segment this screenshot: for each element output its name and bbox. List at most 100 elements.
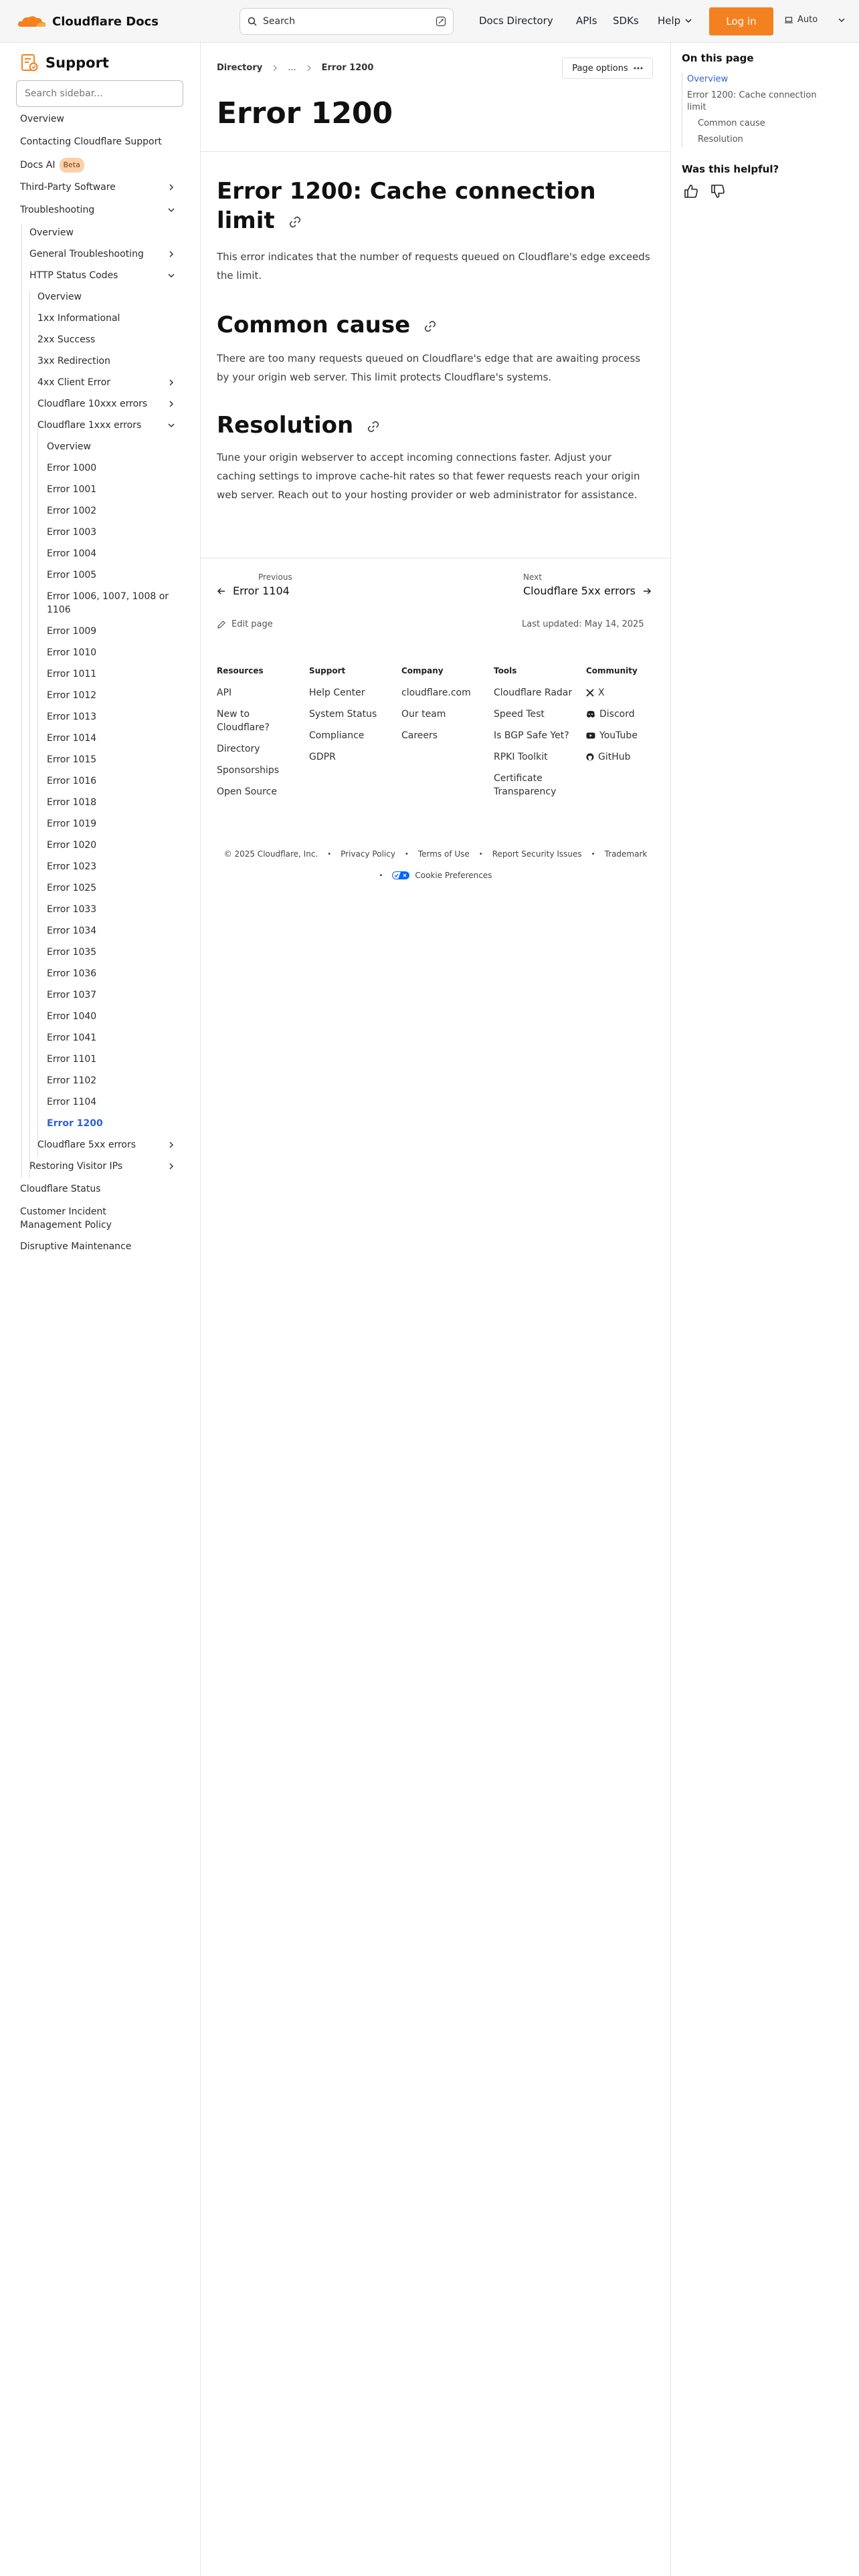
next-page-link[interactable]: Cloudflare 5xx errors [523,584,652,597]
chevron-right-icon[interactable] [167,183,175,191]
sidebar-item-overview[interactable]: Overview [47,440,91,453]
sidebar-item-error-1004[interactable]: Error 1004 [47,547,96,560]
prev-page-link[interactable]: Error 1104 [217,584,290,597]
brand-logo[interactable]: Cloudflare Docs [16,11,159,32]
footer-link-help-center[interactable]: Help Center [309,686,396,700]
cookie-preferences-link[interactable]: Cookie Preferences [392,871,492,880]
chevron-right-icon[interactable] [167,400,175,408]
sidebar-item-error-1037[interactable]: Error 1037 [47,988,96,1002]
sidebar-item-third-party-software[interactable]: Third-Party Software [20,181,116,194]
sidebar-item-error-1016[interactable]: Error 1016 [47,774,96,788]
chevron-right-icon[interactable] [167,1162,175,1170]
sidebar-item-restoring-visitor-ips[interactable]: Restoring Visitor IPs [29,1160,122,1173]
footer-link-api[interactable]: API [217,686,304,700]
sidebar-item-overview[interactable]: Overview [29,226,74,239]
sidebar-item-error-1025[interactable]: Error 1025 [47,881,96,895]
footer-link-careers[interactable]: Careers [401,729,488,742]
anchor-link-icon[interactable] [423,320,437,333]
sidebar-item-3xx-redirection[interactable]: 3xx Redirection [37,354,110,368]
sidebar-item-error-1010[interactable]: Error 1010 [47,646,96,659]
breadcrumb-ellipsis[interactable]: ... [288,63,296,73]
sidebar-item-cloudflare-10xxx-errors[interactable]: Cloudflare 10xxx errors [37,397,147,411]
sidebar-item-error-1011[interactable]: Error 1011 [47,667,96,681]
anchor-link-icon[interactable] [288,215,302,229]
breadcrumb-directory[interactable]: Directory [217,63,262,73]
sidebar-item-contacting-cloudflare-support[interactable]: Contacting Cloudflare Support [20,135,162,148]
footer-link-gdpr[interactable]: GDPR [309,750,396,764]
sidebar-search-input[interactable] [16,80,183,107]
sidebar-item-error-1020[interactable]: Error 1020 [47,839,96,852]
sidebar-item-error-1013[interactable]: Error 1013 [47,710,96,724]
anchor-link-icon[interactable] [367,420,380,433]
sidebar-item-docs-ai[interactable]: Docs AI Beta [20,158,84,173]
sidebar-item-error-1034[interactable]: Error 1034 [47,924,96,938]
nav-apis[interactable]: APIs [576,15,597,27]
sidebar-item-error-1036[interactable]: Error 1036 [47,967,96,980]
chevron-down-icon[interactable] [167,206,175,214]
sidebar-item-customer-incident-management-policy[interactable]: Customer Incident Management Policy [20,1205,154,1232]
thumbs-down-icon[interactable] [710,183,726,199]
thumbs-up-icon[interactable] [683,183,699,199]
sidebar-item-error-1001[interactable]: Error 1001 [47,483,96,496]
toc-item-cache-connection-limit[interactable]: Error 1200: Cache connection limit [687,90,821,114]
page-options-button[interactable]: Page options [562,58,653,79]
sidebar-item-cloudflare-1xxx-errors[interactable]: Cloudflare 1xxx errors [37,419,141,432]
report-security-link[interactable]: Report Security Issues [492,849,582,859]
sidebar-item-error-1009[interactable]: Error 1009 [47,625,96,638]
sidebar-item-error-1003[interactable]: Error 1003 [47,526,96,539]
footer-link-rpki-toolkit[interactable]: RPKI Toolkit [494,750,581,764]
sidebar-item-troubleshooting[interactable]: Troubleshooting [20,203,94,217]
sidebar-item-4xx-client-error[interactable]: 4xx Client Error [37,376,110,389]
sidebar-item-cloudflare-status[interactable]: Cloudflare Status [20,1182,101,1196]
footer-link-cloudflare-com[interactable]: cloudflare.com [401,686,488,700]
chevron-right-icon[interactable] [167,1141,175,1149]
sidebar-item-error-1018[interactable]: Error 1018 [47,796,96,809]
footer-link-certificate-transparency[interactable]: Certificate Transparency [494,772,581,798]
chevron-right-icon[interactable] [167,379,175,387]
nav-docs-directory[interactable]: Docs Directory [479,15,553,27]
sidebar-item-error-1101[interactable]: Error 1101 [47,1053,96,1066]
toc-item-resolution[interactable]: Resolution [698,134,743,146]
footer-link-directory[interactable]: Directory [217,742,304,756]
sidebar-item-general-troubleshooting[interactable]: General Troubleshooting [29,247,144,261]
footer-link-sponsorships[interactable]: Sponsorships [217,764,304,777]
sidebar-item-error-1041[interactable]: Error 1041 [47,1031,96,1045]
sidebar-item-error-1014[interactable]: Error 1014 [47,732,96,745]
sidebar-item-cloudflare-5xx-errors[interactable]: Cloudflare 5xx errors [37,1138,136,1152]
sidebar-item-overview[interactable]: Overview [37,290,82,304]
sidebar-item-error-1104[interactable]: Error 1104 [47,1095,96,1109]
sidebar-item-disruptive-maintenance[interactable]: Disruptive Maintenance [20,1240,131,1253]
sidebar-item-error-1005[interactable]: Error 1005 [47,568,96,582]
login-button[interactable]: Log in [709,7,773,35]
edit-page-link[interactable]: Edit page [217,619,273,629]
sidebar-item-error-1015[interactable]: Error 1015 [47,753,96,766]
footer-link-cloudflare-radar[interactable]: Cloudflare Radar [494,686,581,700]
nav-help[interactable]: Help [658,15,692,27]
chevron-down-icon[interactable] [167,421,175,429]
sidebar-item-error-1006-1007-1008-or-1106[interactable]: Error 1006, 1007, 1008 or 1106 [47,590,181,617]
sidebar-item-error-1012[interactable]: Error 1012 [47,689,96,702]
footer-link-our-team[interactable]: Our team [401,708,488,721]
theme-select[interactable]: Auto [784,15,846,25]
footer-link-github[interactable]: GitHub [586,750,673,764]
sidebar-item-error-1040[interactable]: Error 1040 [47,1010,96,1023]
sidebar-item-error-1200[interactable]: Error 1200 [47,1117,103,1130]
sidebar-title[interactable]: Support [20,51,109,75]
sidebar-item-error-1102[interactable]: Error 1102 [47,1074,96,1087]
toc-item-common-cause[interactable]: Common cause [698,118,765,130]
footer-link-x[interactable]: X [586,686,673,700]
sidebar-item-1xx-informational[interactable]: 1xx Informational [37,312,120,325]
sidebar-item-error-1000[interactable]: Error 1000 [47,461,96,475]
privacy-policy-link[interactable]: Privacy Policy [341,849,395,859]
sidebar-item-http-status-codes[interactable]: HTTP Status Codes [29,269,118,282]
sidebar-item-error-1019[interactable]: Error 1019 [47,817,96,831]
terms-of-use-link[interactable]: Terms of Use [418,849,470,859]
sidebar-item-error-1002[interactable]: Error 1002 [47,504,96,518]
sidebar-item-error-1033[interactable]: Error 1033 [47,903,96,916]
footer-link-speed-test[interactable]: Speed Test [494,708,581,721]
sidebar-item-overview[interactable]: Overview [20,112,64,126]
nav-sdks[interactable]: SDKs [613,15,639,27]
footer-link-youtube[interactable]: YouTube [586,729,673,742]
sidebar-item-2xx-success[interactable]: 2xx Success [37,333,95,346]
search-input[interactable]: Search [240,8,454,35]
